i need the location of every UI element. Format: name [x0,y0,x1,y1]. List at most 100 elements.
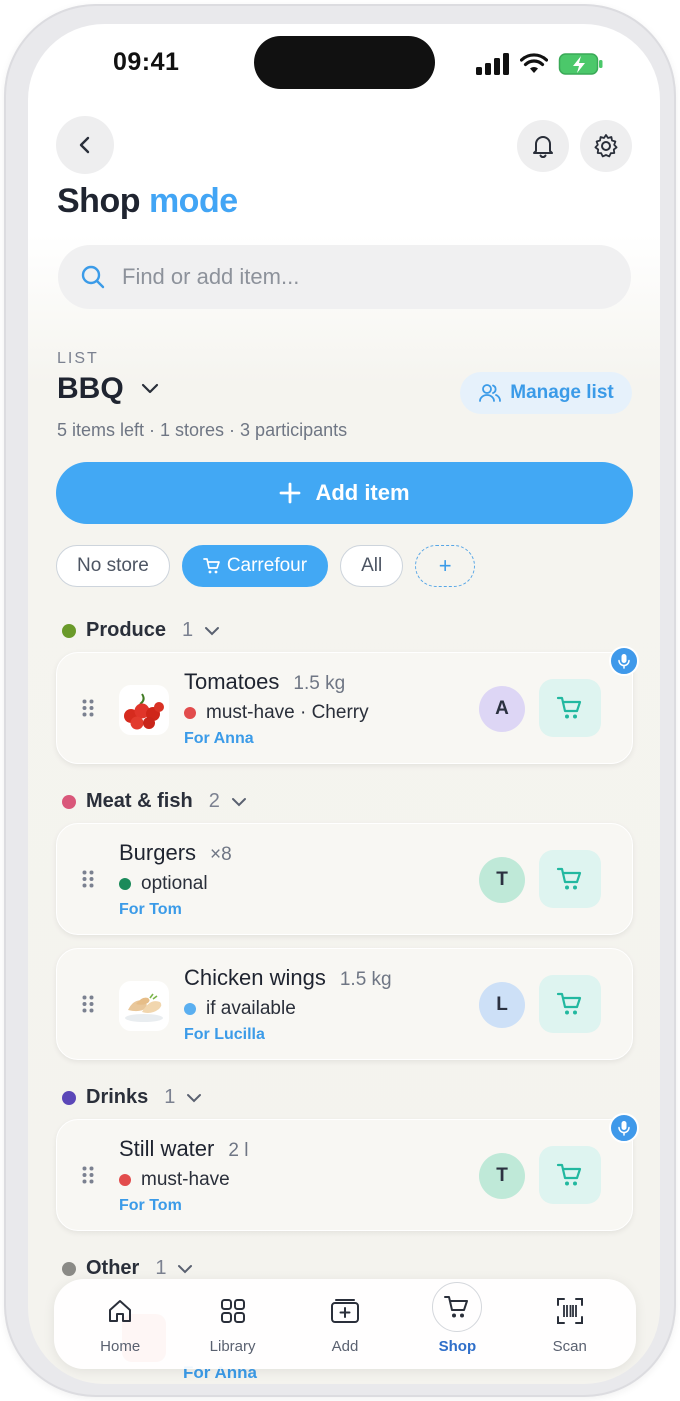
add-to-cart-button[interactable] [539,975,601,1033]
chevron-down-icon [187,1093,202,1102]
add-to-cart-button[interactable] [539,679,601,737]
category-name: Drinks [86,1086,149,1108]
item-priority: if available [184,998,296,1020]
gear-icon [594,134,618,158]
home-icon [109,1299,132,1322]
item-assignee: For Anna [184,730,254,747]
microphone-icon [618,1121,630,1136]
item-priority: must-have [119,1169,230,1191]
settings-button[interactable] [580,120,632,172]
avatar[interactable]: L [479,982,525,1028]
list-item-card[interactable]: Tomatoes 1.5 kg must-have · Cherry For A… [56,652,633,764]
item-tag: must-have [141,1169,230,1190]
wifi-icon [520,53,548,73]
add-item-button[interactable]: Add item [56,462,633,524]
category-dot [62,794,76,809]
drag-handle-icon[interactable] [82,995,94,1013]
chip-label: All [361,555,383,576]
item-quantity: ×8 [210,844,232,865]
drag-handle-icon[interactable] [82,1166,94,1184]
chevron-down-icon [205,626,220,635]
category-name: Meat & fish [86,790,193,812]
notifications-button[interactable] [517,120,569,172]
item-name: Still water [119,1136,215,1161]
chevron-down-icon [231,797,246,806]
cart-icon [556,867,582,890]
add-to-cart-button[interactable] [539,1146,601,1204]
nav-home[interactable]: Home [70,1294,170,1355]
back-button[interactable] [56,116,114,174]
list-selector[interactable]: BBQ [57,372,160,406]
app-screen: 09:41 Shop mode Find or add item... LIST [28,24,660,1384]
list-item-card[interactable]: Chicken wings 1.5 kg if available For Lu… [56,948,633,1060]
manage-list-button[interactable]: Manage list [460,372,632,414]
cart-icon [202,558,220,574]
priority-dot [184,707,196,719]
chevron-down-icon [178,1264,193,1273]
plus-icon [280,482,301,504]
avatar[interactable]: A [479,686,525,732]
chip-label: No store [77,555,149,576]
chip-all[interactable]: All [340,545,404,587]
category-header-produce[interactable]: Produce 1 [62,619,221,642]
category-dot [62,1261,76,1276]
list-item-card[interactable]: Still water 2 l must-have For Tom T [56,1119,633,1231]
chip-add-store[interactable]: + [415,545,476,587]
item-quantity: 1.5 kg [293,673,346,694]
chevron-down-icon [141,383,158,394]
page-title: Shop mode [57,182,238,221]
chip-carrefour[interactable]: Carrefour [181,545,329,587]
chip-label: + [438,553,452,578]
list-item-card[interactable]: Burgers ×8 optional For Tom T [56,823,633,935]
add-to-cart-button[interactable] [539,850,601,908]
item-name-row: Tomatoes 1.5 kg [184,669,345,695]
item-quantity: 1.5 kg [339,969,392,990]
nav-shop[interactable]: Shop [407,1281,507,1355]
category-count: 1 [155,1257,167,1279]
avatar[interactable]: T [479,857,525,903]
dynamic-island [254,36,435,89]
item-name: Tomatoes [184,669,280,694]
chip-label: Carrefour [226,555,308,576]
drag-handle-icon[interactable] [82,870,94,888]
category-name: Other [86,1257,140,1279]
status-icons [476,52,604,76]
nav-label: Scan [552,1337,587,1355]
cart-icon [556,1163,582,1186]
voice-note-badge[interactable] [609,646,639,676]
cart-icon [556,696,582,719]
nav-label: Add [331,1337,359,1355]
nav-library[interactable]: Library [183,1294,283,1355]
nav-add[interactable]: Add [295,1294,395,1355]
category-dot [62,623,76,638]
cart-icon [556,992,582,1015]
item-tag: must-have · Cherry [206,702,369,723]
store-filter-chips: No store Carrefour All + [56,545,476,587]
status-time: 09:41 [113,48,180,76]
item-name-row: Burgers ×8 [119,840,232,866]
signal-icon [476,53,509,75]
list-meta: 5 items left · 1 stores · 3 participants [57,420,348,440]
drag-handle-icon[interactable] [82,699,94,717]
manage-list-label: Manage list [510,382,614,403]
chip-no-store[interactable]: No store [56,545,170,587]
users-icon [479,384,502,402]
category-header-drinks[interactable]: Drinks 1 [62,1086,203,1109]
list-label: LIST [57,350,99,367]
item-tag: if available [206,998,296,1019]
search-input[interactable]: Find or add item... [58,245,631,309]
nav-label: Home [100,1337,141,1355]
category-header-meat-fish[interactable]: Meat & fish 2 [62,790,248,813]
category-dot [62,1090,76,1105]
item-assignee: For Tom [119,901,182,918]
voice-note-badge[interactable] [609,1113,639,1143]
avatar[interactable]: T [479,1153,525,1199]
category-count: 1 [182,619,194,641]
title-accent: mode [148,182,238,220]
chicken-wings-icon [119,981,169,1031]
barcode-scan-icon [556,1297,583,1324]
item-name-row: Still water 2 l [119,1136,248,1162]
nav-scan[interactable]: Scan [520,1294,620,1355]
category-header-other[interactable]: Other 1 [62,1257,194,1280]
item-name: Chicken wings [184,965,326,990]
